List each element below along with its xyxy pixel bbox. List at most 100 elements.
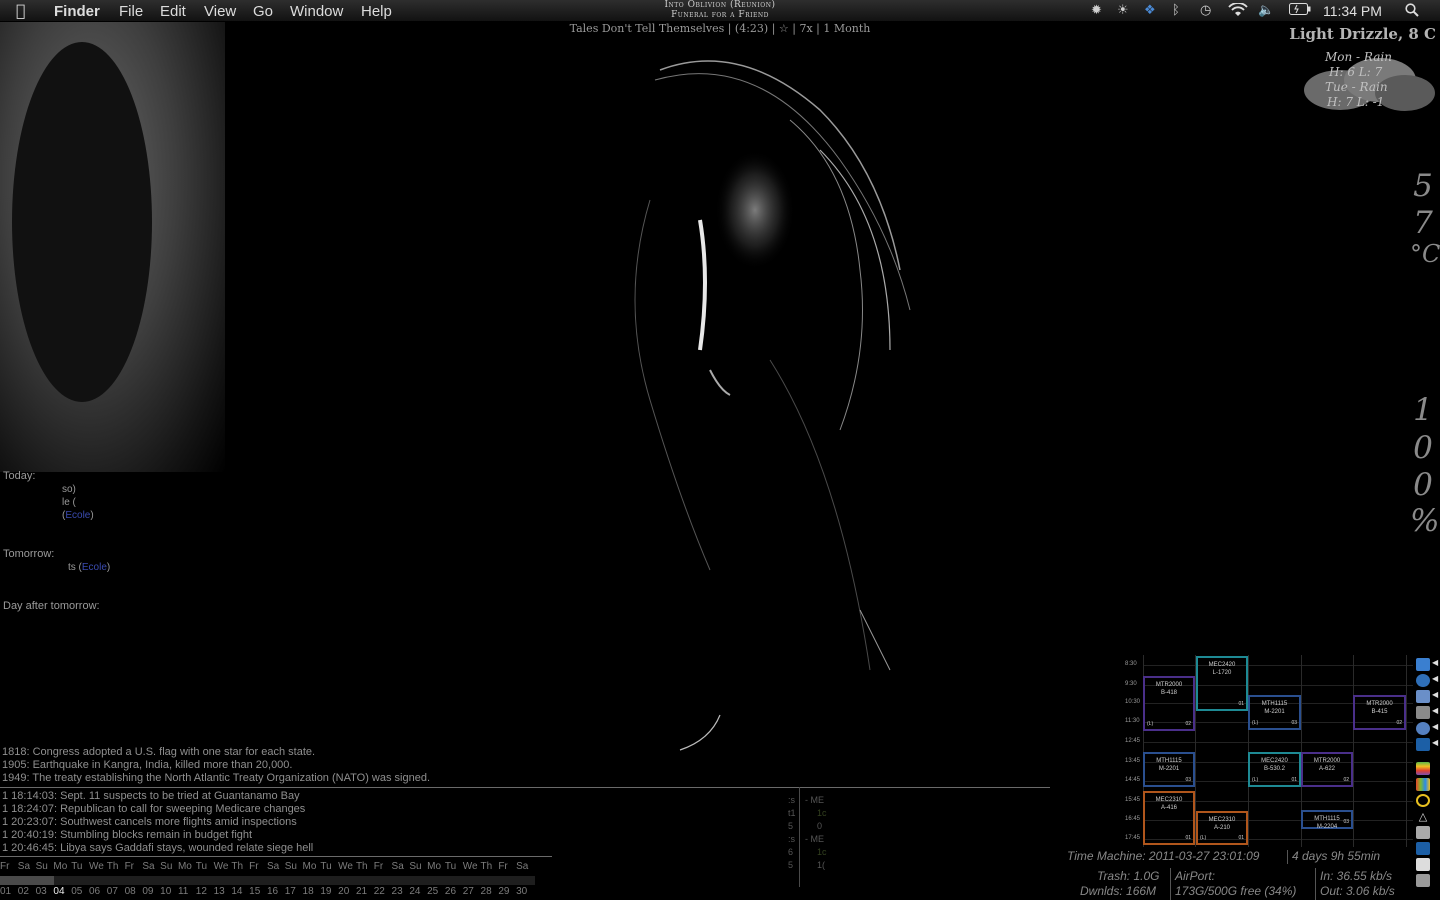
apple-icon[interactable] xyxy=(1416,762,1430,775)
downloads-icon[interactable] xyxy=(1416,826,1430,839)
fragment-text: - ME xyxy=(805,834,824,844)
news-item[interactable]: 1 18:14:03: Sept. 11 suspects to be trie… xyxy=(2,790,300,802)
wifi-icon[interactable] xyxy=(1228,2,1248,22)
opera-icon[interactable] xyxy=(1416,794,1430,807)
calendar-date: 18 xyxy=(302,886,314,897)
calendar-weekday: Tu xyxy=(444,861,457,872)
news-item[interactable]: 1 18:24:07: Republican to call for sweep… xyxy=(2,803,305,815)
battery-digit: 0 xyxy=(1413,467,1433,503)
photoshop-icon[interactable] xyxy=(1416,738,1430,751)
timetable-time: 12:45 xyxy=(1125,738,1141,744)
calendar-weekday: Fr xyxy=(0,861,10,872)
course-block[interactable]: MEC2420 L-1720 01 xyxy=(1196,656,1248,711)
calendar-date: 25 xyxy=(427,886,439,897)
apple-menu-icon[interactable]:  xyxy=(16,1,26,20)
fragment-text: - ME xyxy=(805,795,824,805)
agenda-link[interactable]: Ecole xyxy=(82,562,107,573)
menu-edit[interactable]: Edit xyxy=(160,3,186,20)
documents-icon[interactable] xyxy=(1416,858,1430,871)
course-room: B-530.2 xyxy=(1263,766,1285,772)
calendar-weekday: We xyxy=(462,861,478,872)
itunes-icon[interactable] xyxy=(1416,722,1430,735)
ai-icon[interactable]: ✹ xyxy=(1091,3,1102,19)
fragment-text: t1 xyxy=(788,808,796,818)
course-block[interactable]: MEC2310 A-416 01 xyxy=(1143,791,1195,845)
fragment-text: 6 xyxy=(788,847,794,857)
course-block[interactable]: MTH1115 M-2201 03 (L) xyxy=(1248,695,1301,730)
menu-help[interactable]: Help xyxy=(361,3,392,20)
agenda-today-line: le ( xyxy=(62,497,76,508)
calendar-date: 02 xyxy=(17,886,29,897)
menu-window[interactable]: Window xyxy=(290,3,343,20)
running-indicator: ◀ xyxy=(1432,706,1439,715)
preview-icon[interactable] xyxy=(1416,690,1430,703)
course-room: M-2201 xyxy=(1264,709,1285,715)
calendar-weekday: We xyxy=(338,861,353,872)
timetable-time: 11:30 xyxy=(1125,718,1140,724)
windows-icon[interactable] xyxy=(1416,778,1430,791)
safari-icon[interactable] xyxy=(1416,674,1430,687)
timetable-time: 16:45 xyxy=(1125,816,1141,822)
brightness-icon[interactable]: ☀ xyxy=(1117,3,1129,19)
menu-file[interactable]: File xyxy=(119,3,143,20)
timetable-gridline xyxy=(1248,655,1249,847)
menu-view[interactable]: View xyxy=(204,3,236,20)
news-item[interactable]: 1 20:46:45: Libya says Gaddafi stays, wo… xyxy=(2,842,313,854)
spotlight-icon[interactable] xyxy=(1405,3,1419,22)
news-item[interactable]: 1 20:23:07: Southwest cancels more fligh… xyxy=(2,816,297,828)
course-block[interactable]: MTR2000 A-622 02 xyxy=(1301,752,1353,787)
trash-icon[interactable] xyxy=(1416,874,1430,887)
dropbox-icon[interactable]: ❖ xyxy=(1144,3,1156,19)
course-room: A-416 xyxy=(1160,805,1177,811)
calendar-weekday: Th xyxy=(106,861,119,872)
course-room: B-418 xyxy=(1160,690,1177,696)
fragment-text: :s xyxy=(788,834,796,844)
time-machine-icon[interactable]: ◷ xyxy=(1200,3,1211,19)
weather-title: Light Drizzle, 8 C xyxy=(1289,25,1436,43)
course-code: MTR2000 xyxy=(1366,701,1393,707)
calendar-date: 19 xyxy=(320,886,332,897)
course-block[interactable]: MTH1115 M-2204 03 xyxy=(1301,810,1353,830)
divider xyxy=(0,787,1050,788)
volume-icon[interactable]: 🔈 xyxy=(1258,3,1274,19)
calendar-weekday: Su xyxy=(284,861,297,872)
course-block[interactable]: MEC2310 A-210 01 (L) xyxy=(1196,811,1248,845)
month-progress-fill xyxy=(0,876,54,885)
agenda-link[interactable]: Ecole xyxy=(65,510,90,521)
battery-icon[interactable] xyxy=(1289,3,1311,20)
time-machine-ago: 4 days 9h 55min xyxy=(1292,849,1381,863)
battery-digit: 0 xyxy=(1413,430,1433,466)
course-lab-flag: (L) xyxy=(1147,721,1154,727)
menu-app-finder[interactable]: Finder xyxy=(54,3,100,20)
calendar-weekday: Su xyxy=(409,861,422,872)
course-group: 01 xyxy=(1238,835,1244,841)
divider xyxy=(1170,868,1171,900)
course-block[interactable]: MTR2000 B-418 02 (L) xyxy=(1143,676,1195,731)
finder-icon[interactable] xyxy=(1416,658,1430,671)
agenda-today-line: (Ecole) xyxy=(62,510,94,521)
course-group: 01 xyxy=(1238,701,1244,707)
course-block[interactable]: MTR2000 B-415 02 xyxy=(1353,695,1406,730)
temperature-unit: °C xyxy=(1410,240,1440,268)
bluetooth-icon[interactable]: ᛒ xyxy=(1172,3,1180,19)
menu-clock[interactable]: 11:34 PM xyxy=(1323,3,1382,19)
calendar-weekday: Fr xyxy=(373,861,384,872)
menu-bar:  Finder File Edit View Go Window Help I… xyxy=(0,0,1440,22)
calendar-date: 05 xyxy=(71,886,83,897)
mail-icon[interactable] xyxy=(1416,706,1430,719)
calendar-weekday: Fr xyxy=(498,861,508,872)
now-playing-artist[interactable]: Funeral for a Friend xyxy=(600,10,840,20)
calendar-weekday: Th xyxy=(480,861,493,872)
now-playing-track[interactable]: Into Oblivion (Reunion) xyxy=(600,0,840,10)
photoshop2-icon[interactable] xyxy=(1416,842,1430,855)
calendar-date: 27 xyxy=(462,886,474,897)
course-room: M-2201 xyxy=(1158,766,1180,772)
news-item[interactable]: 1 20:40:19: Stumbling blocks remain in b… xyxy=(2,829,252,841)
inkscape-icon[interactable]: △ xyxy=(1416,810,1430,823)
course-block[interactable]: MTH1115 M-2201 03 xyxy=(1143,752,1195,787)
course-block[interactable]: MEC2420 B-530.2 01 (L) xyxy=(1248,752,1301,787)
running-indicator: ◀ xyxy=(1432,722,1439,731)
course-room: B-415 xyxy=(1371,709,1388,715)
calendar-weekday: Th xyxy=(231,861,244,872)
menu-go[interactable]: Go xyxy=(253,3,273,20)
